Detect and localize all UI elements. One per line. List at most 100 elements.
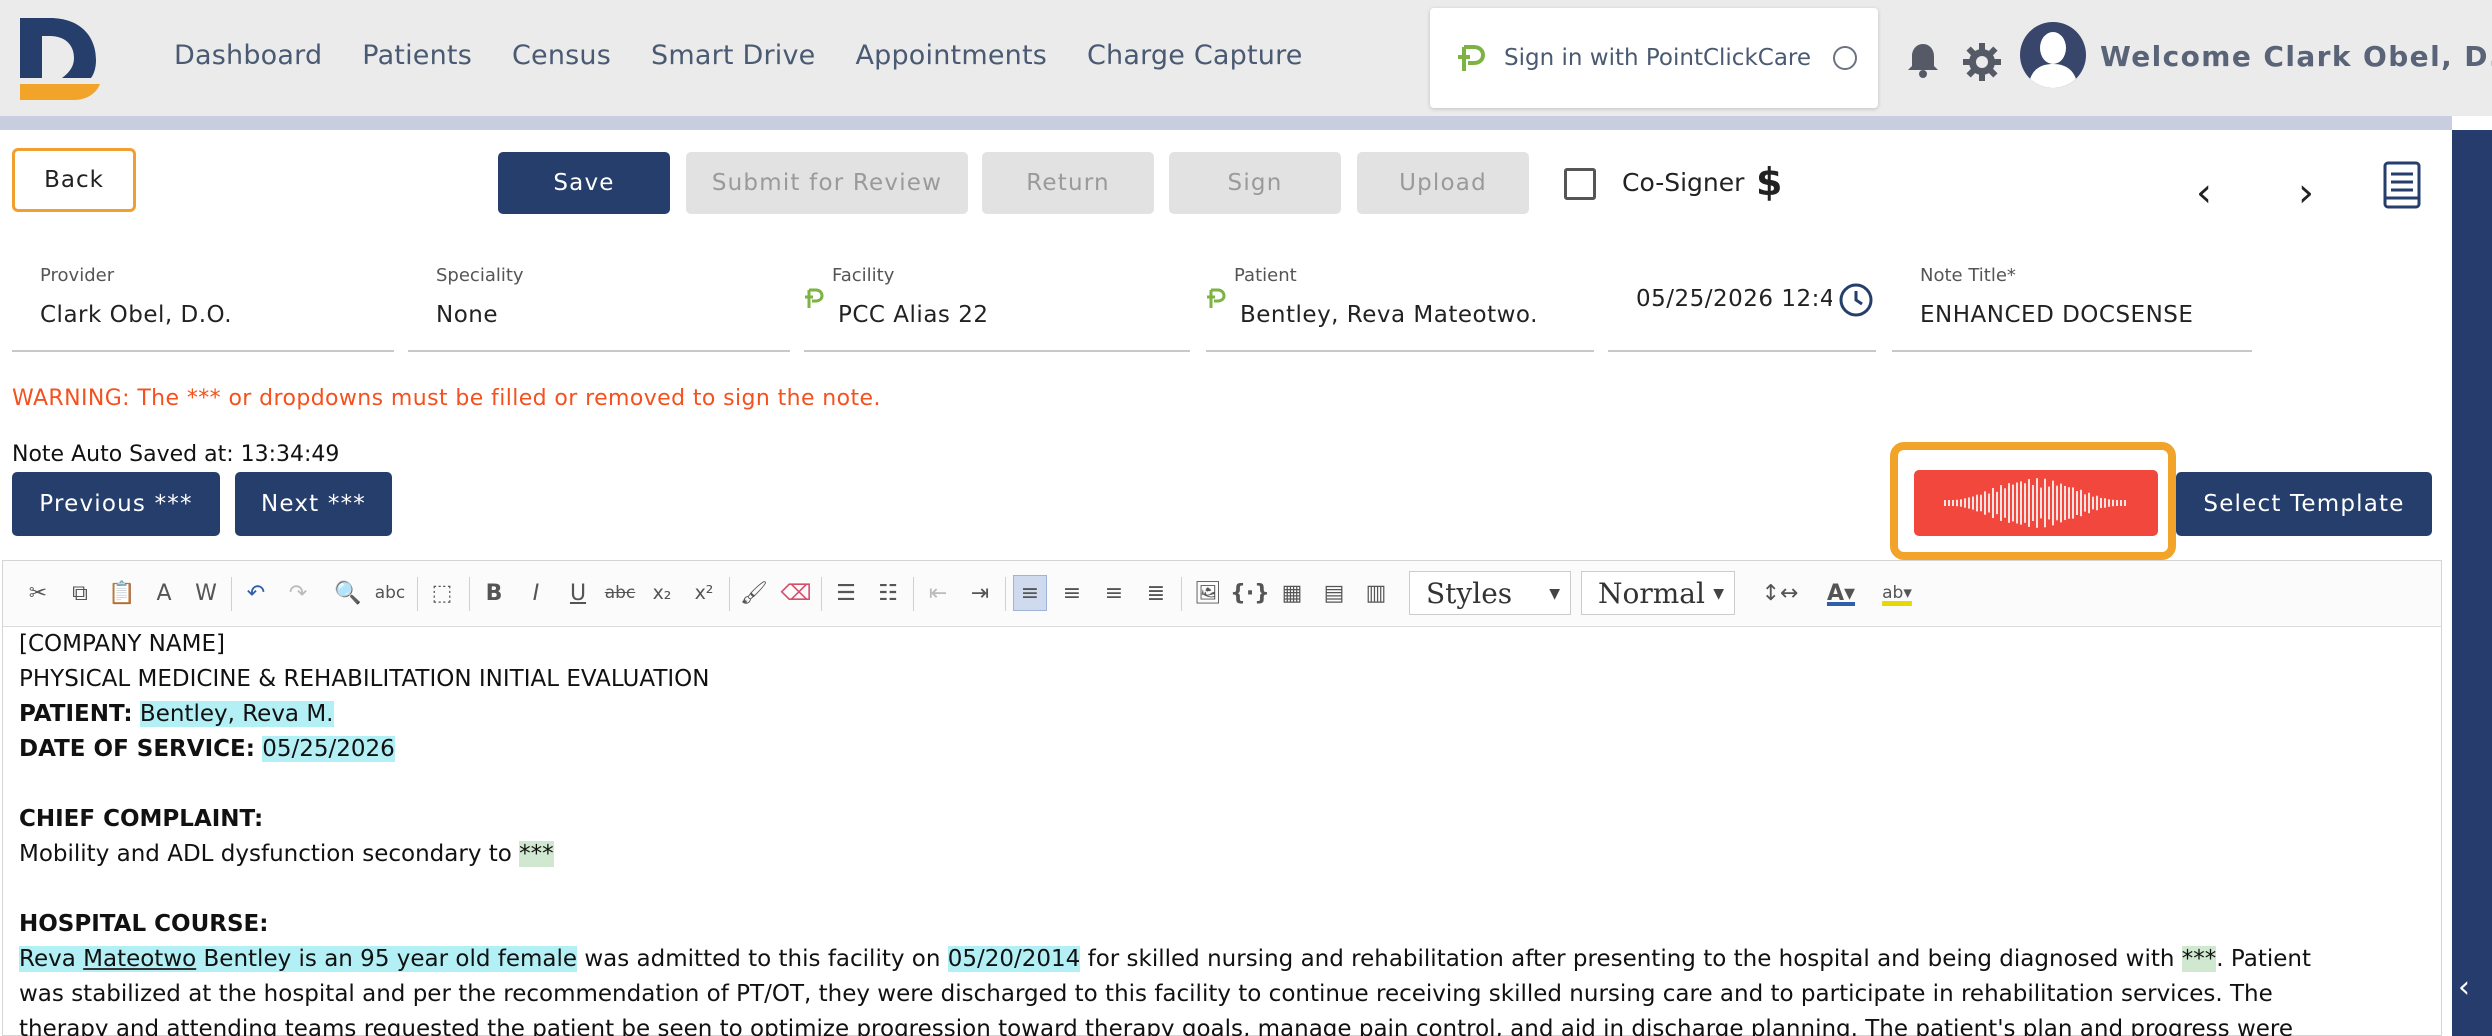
chevron-left-icon[interactable]: ‹ (2458, 970, 2470, 1005)
format-dropdown[interactable]: Normal ▼ (1581, 571, 1735, 615)
indent-icon[interactable]: ⇥ (963, 575, 997, 611)
admission-date-highlight[interactable]: 05/20/2014 (947, 946, 1081, 972)
gear-icon[interactable] (1962, 42, 2002, 82)
placeholder-braces-icon[interactable]: {·} (1230, 575, 1270, 611)
table-icon[interactable]: ▦ (1275, 575, 1309, 611)
document-icon[interactable] (2382, 160, 2422, 210)
bell-icon[interactable] (1906, 42, 1940, 78)
welcome-text: Welcome Clark Obel, D.O. (2100, 40, 2492, 73)
align-left-icon[interactable]: ≡ (1013, 575, 1047, 611)
facility-field[interactable]: Facility PCC Alias 22 (804, 262, 1190, 352)
patient-field[interactable]: Patient Bentley, Reva Mateotwo. (1206, 262, 1594, 352)
paste-text-icon[interactable]: A (147, 575, 181, 611)
next-placeholder-button[interactable]: Next *** (235, 472, 392, 536)
select-all-icon[interactable]: ⬚ (425, 575, 459, 611)
subscript-icon[interactable]: x₂ (645, 575, 679, 611)
line-height-icon[interactable]: ↕↔ (1755, 575, 1805, 611)
upload-button[interactable]: Upload (1357, 152, 1529, 214)
facility-value: PCC Alias 22 (838, 302, 989, 328)
bold-icon[interactable]: B (477, 575, 511, 611)
note-title-field[interactable]: Note Title* ENHANCED DOCSENSE (1892, 262, 2252, 352)
placeholder-token[interactable]: *** (519, 841, 554, 867)
paste-word-icon[interactable]: W (189, 575, 223, 611)
toolbar-divider (1005, 577, 1006, 611)
caret-down-icon: ▼ (1713, 586, 1724, 602)
provider-field[interactable]: Provider Clark Obel, D.O. (12, 262, 394, 352)
numbered-list-icon[interactable]: ☰ (829, 575, 863, 611)
insert-block-alt-icon[interactable]: ▥ (1359, 575, 1393, 611)
spellcheck-icon[interactable]: abc (373, 575, 407, 611)
user-avatar[interactable] (2020, 22, 2086, 88)
nav-census[interactable]: Census (512, 40, 611, 71)
dos-line-value[interactable]: 05/25/2026 (262, 736, 395, 762)
submit-for-review-button[interactable]: Submit for Review (686, 152, 968, 214)
select-template-button[interactable]: Select Template (2176, 472, 2432, 536)
speciality-field[interactable]: Speciality None (408, 262, 790, 352)
pcc-signin-button[interactable]: Sign in with PointClickCare (1430, 8, 1878, 108)
styles-dropdown[interactable]: Styles ▼ (1409, 571, 1571, 615)
redo-icon[interactable]: ↷ (281, 575, 315, 611)
facility-label: Facility (832, 265, 895, 286)
nav-dashboard[interactable]: Dashboard (174, 40, 322, 71)
chevron-right-icon[interactable]: › (2298, 170, 2314, 216)
datetime-field[interactable]: 05/25/2026 12:40 (1608, 262, 1876, 352)
previous-placeholder-button[interactable]: Previous *** (12, 472, 220, 536)
italic-icon[interactable]: I (519, 575, 553, 611)
company-name-line: [COMPANY NAME] (19, 631, 225, 657)
text-color-icon[interactable]: A▾ (1819, 575, 1863, 611)
pcc-status-radio (1833, 46, 1858, 70)
nav-patients[interactable]: Patients (362, 40, 472, 71)
patient-line-value[interactable]: Bentley, Reva M. (139, 701, 334, 727)
note-content[interactable]: [COMPANY NAME] PHYSICAL MEDICINE & REHAB… (19, 627, 2429, 1036)
format-painter-icon[interactable]: 🖌 (737, 575, 771, 611)
return-button[interactable]: Return (982, 152, 1154, 214)
patient-line: PATIENT: Bentley, Reva M. (19, 697, 2429, 732)
copy-icon[interactable]: ⧉ (63, 575, 97, 611)
image-icon[interactable]: 🖼 (1191, 575, 1225, 611)
undo-icon[interactable]: ↶ (239, 575, 273, 611)
justify-icon[interactable]: ≣ (1139, 575, 1173, 611)
chevron-left-icon[interactable]: ‹ (2196, 170, 2212, 216)
remove-format-icon[interactable]: ⌫ (779, 575, 813, 611)
align-right-icon[interactable]: ≡ (1097, 575, 1131, 611)
back-button[interactable]: Back (12, 148, 136, 212)
cut-icon[interactable]: ✂ (21, 575, 55, 611)
pointclickcare-icon (1206, 288, 1226, 315)
clock-icon[interactable] (1838, 282, 1874, 318)
nav-smart-drive[interactable]: Smart Drive (651, 40, 815, 71)
note-editor[interactable]: ✂ ⧉ 📋 A W ↶ ↷ 🔍 abc ⬚ B I U abc x₂ x² 🖌 … (2, 560, 2442, 1036)
insert-block-icon[interactable]: ▤ (1317, 575, 1351, 611)
underline-icon[interactable]: U (561, 575, 595, 611)
dollar-icon[interactable]: $ (1756, 160, 1782, 204)
app-logo-icon[interactable] (14, 14, 104, 102)
toolbar-divider (913, 577, 914, 611)
sign-button[interactable]: Sign (1169, 152, 1341, 214)
find-icon[interactable]: 🔍 (331, 575, 365, 611)
placeholder-token[interactable]: *** (2181, 946, 2217, 972)
nav-appointments[interactable]: Appointments (855, 40, 1047, 71)
patient-name-highlight[interactable]: Reva Mateotwo Bentley is an 95 year old … (19, 946, 578, 972)
cosigner-checkbox[interactable] (1564, 168, 1596, 200)
provider-value: Clark Obel, D.O. (40, 302, 232, 328)
paste-icon[interactable]: 📋 (105, 575, 139, 611)
outdent-icon[interactable]: ⇤ (921, 575, 955, 611)
pcc-signin-label: Sign in with PointClickCare (1504, 45, 1812, 71)
hospital-course-line-2: was stabilized at the hospital and per t… (19, 981, 2273, 1007)
bulleted-list-icon[interactable]: ☷ (871, 575, 905, 611)
strikethrough-icon[interactable]: abc (603, 575, 637, 611)
dos-line-label: DATE OF SERVICE: (19, 736, 255, 762)
warning-message: WARNING: The *** or dropdowns must be fi… (12, 386, 881, 411)
nav-charge-capture[interactable]: Charge Capture (1087, 40, 1303, 71)
styles-dropdown-value: Styles (1426, 576, 1513, 610)
editor-toolbar: ✂ ⧉ 📋 A W ↶ ↷ 🔍 abc ⬚ B I U abc x₂ x² 🖌 … (3, 561, 2441, 627)
right-side-rail[interactable] (2452, 130, 2492, 1036)
toolbar-divider (1181, 577, 1182, 611)
align-center-icon[interactable]: ≡ (1055, 575, 1089, 611)
speciality-value: None (436, 302, 499, 328)
superscript-icon[interactable]: x² (687, 575, 721, 611)
patient-first-name: Reva (19, 946, 76, 972)
save-button[interactable]: Save (498, 152, 670, 214)
patient-label: Patient (1234, 265, 1297, 286)
background-color-icon[interactable]: ab▾ (1875, 575, 1919, 611)
voice-record-button[interactable] (1914, 470, 2158, 536)
